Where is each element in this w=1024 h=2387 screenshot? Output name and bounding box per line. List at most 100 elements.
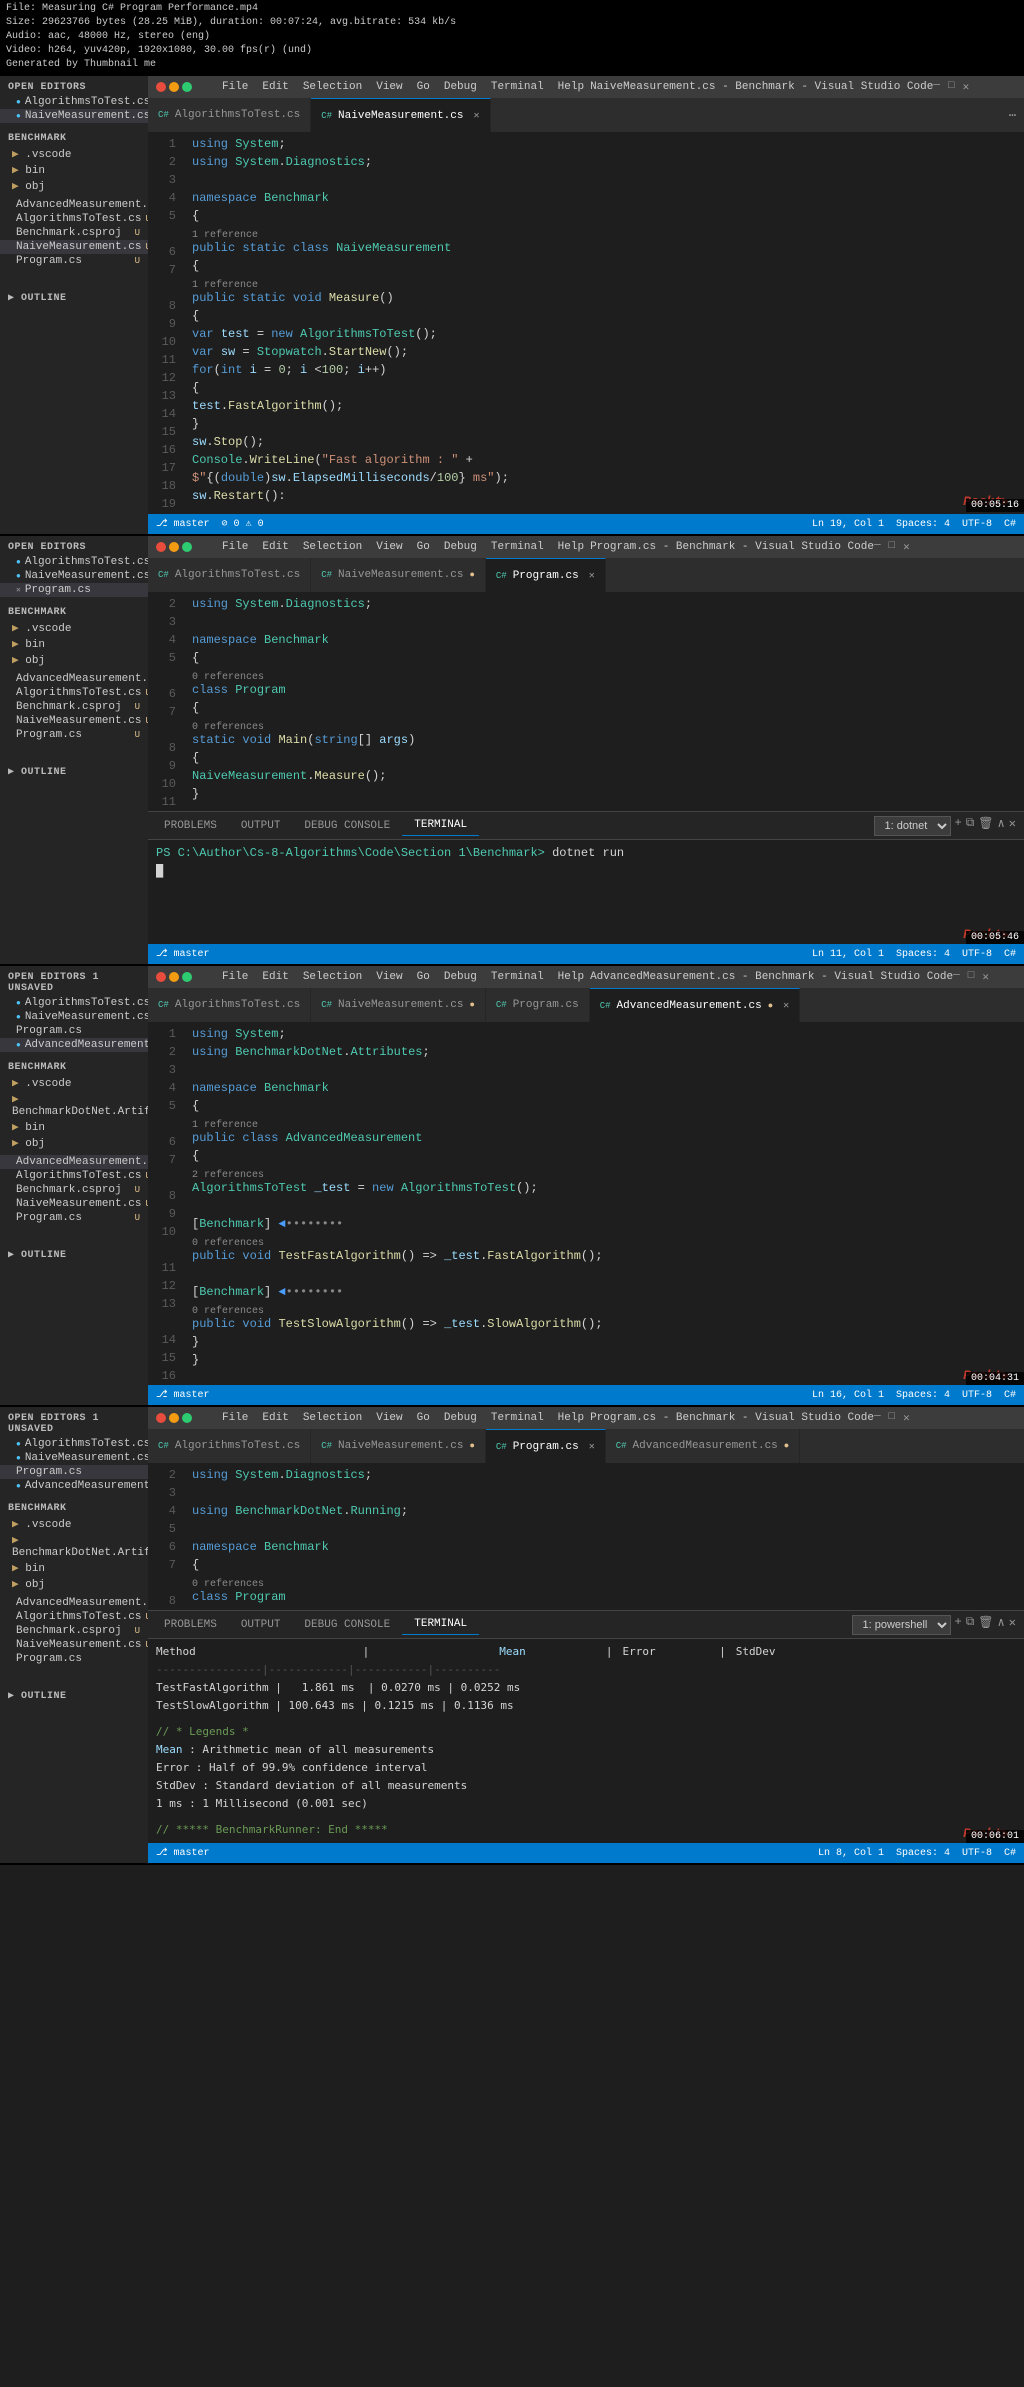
sidebar-file-algorithms-2[interactable]: AlgorithmsToTest.cs U [0, 686, 148, 700]
menu-selection-3[interactable]: Selection [297, 969, 368, 985]
sidebar-item-3-1[interactable]: ● AlgorithmsToTest.cs U [0, 996, 148, 1010]
tab-close-2c[interactable]: ✕ [589, 570, 595, 582]
menu-go-2[interactable]: Go [411, 539, 436, 555]
sidebar-file-program-4[interactable]: Program.cs [0, 1652, 148, 1666]
terminal-tab-output-4[interactable]: OUTPUT [229, 1615, 293, 1635]
terminal-dropdown-2[interactable]: 1: dotnet [874, 816, 951, 836]
terminal-dropdown-4[interactable]: 1: powershell [852, 1615, 951, 1635]
terminal-tab-terminal-2[interactable]: TERMINAL [402, 815, 479, 836]
sidebar-folder-obj-3[interactable]: ▶ obj [0, 1135, 148, 1151]
sidebar-folder-bdna-4[interactable]: ▶ BenchmarkDotNet.Artifacts [0, 1532, 148, 1560]
tab-program-2[interactable]: C# Program.cs ✕ [486, 558, 606, 593]
terminal-tab-debug-2[interactable]: DEBUG CONSOLE [292, 816, 402, 836]
sidebar-folder-bin-3[interactable]: ▶ bin [0, 1119, 148, 1135]
minimize-btn-4[interactable]: ─ [874, 1411, 881, 1425]
tab-algorithms-1[interactable]: C# AlgorithmsToTest.cs [148, 98, 311, 133]
tab-4-a[interactable]: C# AlgorithmsToTest.cs [148, 1429, 311, 1464]
menu-debug-3[interactable]: Debug [438, 969, 483, 985]
menu-file-1[interactable]: File [216, 79, 254, 95]
sidebar-folder-vscode-1[interactable]: ▶ .vscode [0, 146, 148, 162]
sidebar-file-advanced-1[interactable]: AdvancedMeasurement.cs U [0, 198, 148, 212]
sidebar-item-naive-2[interactable]: ● NaiveMeasurement.cs U [0, 569, 148, 583]
menu-view-1[interactable]: View [370, 79, 408, 95]
menu-file-2[interactable]: File [216, 539, 254, 555]
sidebar-folder-vscode-2[interactable]: ▶ .vscode [0, 620, 148, 636]
sidebar-file-csproj-3[interactable]: Benchmark.csproj U [0, 1183, 148, 1197]
tab-3-a[interactable]: C# AlgorithmsToTest.cs [148, 988, 311, 1023]
minimize-btn-1[interactable]: ─ [933, 80, 940, 94]
sidebar-item-3-4[interactable]: ● AdvancedMeasurement.cs U [0, 1038, 148, 1052]
menu-help-2[interactable]: Help [552, 539, 590, 555]
sidebar-file-csproj-2[interactable]: Benchmark.csproj U [0, 700, 148, 714]
terminal-tab-terminal-4[interactable]: TERMINAL [402, 1614, 479, 1635]
menu-help-1[interactable]: Help [552, 79, 590, 95]
menu-view-2[interactable]: View [370, 539, 408, 555]
sidebar-file-algorithms-3[interactable]: AlgorithmsToTest.cs U [0, 1169, 148, 1183]
sidebar-item-4-4[interactable]: ● AdvancedMeasurement.cs U [0, 1479, 148, 1493]
menu-edit-4[interactable]: Edit [256, 1410, 294, 1426]
menu-debug-4[interactable]: Debug [438, 1410, 483, 1426]
terminal-trash-2[interactable]: 🗑 [978, 816, 993, 836]
tab-action-split-1[interactable]: ⋯ [1009, 108, 1016, 123]
terminal-tab-output-2[interactable]: OUTPUT [229, 816, 293, 836]
sidebar-file-naive-2[interactable]: NaiveMeasurement.cs U [0, 714, 148, 728]
tab-4-c[interactable]: C# Program.cs ✕ [486, 1429, 606, 1464]
terminal-tab-debug-4[interactable]: DEBUG CONSOLE [292, 1615, 402, 1635]
sidebar-folder-bdna-3[interactable]: ▶ BenchmarkDotNet.Artifacts [0, 1091, 148, 1119]
sidebar-file-csproj-4[interactable]: Benchmark.csproj U [0, 1624, 148, 1638]
terminal-tab-problems-4[interactable]: PROBLEMS [152, 1615, 229, 1635]
maximize-btn-4[interactable]: □ [889, 1411, 896, 1425]
tab-3-c[interactable]: C# Program.cs [486, 988, 590, 1023]
sidebar-folder-obj-1[interactable]: ▶ obj [0, 178, 148, 194]
terminal-chevron-4[interactable]: ∧ [998, 1615, 1005, 1635]
tab-close-3d[interactable]: ✕ [783, 1000, 789, 1012]
tab-4-b[interactable]: C# NaiveMeasurement.cs ● [311, 1429, 486, 1464]
sidebar-file-advanced-3[interactable]: AdvancedMeasurement.cs U [0, 1155, 148, 1169]
menu-debug-2[interactable]: Debug [438, 539, 483, 555]
sidebar-file-program-1[interactable]: Program.cs U [0, 254, 148, 268]
tab-close-naive-1[interactable]: ✕ [473, 110, 479, 122]
tab-naive-2[interactable]: C# NaiveMeasurement.cs ● [311, 558, 486, 593]
menu-terminal-1[interactable]: Terminal [485, 79, 550, 95]
sidebar-file-advanced-2[interactable]: AdvancedMeasurement.cs U [0, 672, 148, 686]
menu-view-4[interactable]: View [370, 1410, 408, 1426]
sidebar-file-naive-1[interactable]: NaiveMeasurement.cs U [0, 240, 148, 254]
tab-3-b[interactable]: C# NaiveMeasurement.cs ● [311, 988, 486, 1023]
sidebar-file-advanced-4[interactable]: AdvancedMeasurement.cs U [0, 1596, 148, 1610]
sidebar-file-naive-4[interactable]: NaiveMeasurement.cs U [0, 1638, 148, 1652]
sidebar-item-3-2[interactable]: ● NaiveMeasurement.cs U [0, 1010, 148, 1024]
menu-selection-4[interactable]: Selection [297, 1410, 368, 1426]
sidebar-item-naive-1[interactable]: ● NaiveMeasurement.cs U [0, 109, 148, 123]
sidebar-item-4-1[interactable]: ● AlgorithmsToTest.cs U [0, 1437, 148, 1451]
sidebar-folder-bin-2[interactable]: ▶ bin [0, 636, 148, 652]
close-btn-2[interactable]: ✕ [903, 540, 910, 554]
minimize-btn-2[interactable]: ─ [874, 540, 881, 554]
maximize-btn-2[interactable]: □ [889, 540, 896, 554]
menu-edit-2[interactable]: Edit [256, 539, 294, 555]
tab-3-d[interactable]: C# AdvancedMeasurement.cs ● ✕ [590, 988, 800, 1023]
close-btn-1[interactable]: ✕ [963, 80, 970, 94]
sidebar-item-4-3[interactable]: Program.cs [0, 1465, 148, 1479]
terminal-split-2[interactable]: ⧉ [966, 816, 975, 836]
sidebar-item-4-2[interactable]: ● NaiveMeasurement.cs U [0, 1451, 148, 1465]
sidebar-item-program-2[interactable]: ✕ Program.cs [0, 583, 148, 597]
terminal-tab-problems-2[interactable]: PROBLEMS [152, 816, 229, 836]
close-btn-3[interactable]: ✕ [982, 970, 989, 984]
sidebar-file-algorithms-4[interactable]: AlgorithmsToTest.cs U [0, 1610, 148, 1624]
menu-help-3[interactable]: Help [552, 969, 590, 985]
menu-help-4[interactable]: Help [552, 1410, 590, 1426]
terminal-add-4[interactable]: + [955, 1615, 962, 1635]
menu-view-3[interactable]: View [370, 969, 408, 985]
terminal-close-2[interactable]: ✕ [1009, 816, 1016, 836]
menu-go-3[interactable]: Go [411, 969, 436, 985]
close-btn-4[interactable]: ✕ [903, 1411, 910, 1425]
sidebar-folder-vscode-4[interactable]: ▶ .vscode [0, 1516, 148, 1532]
menu-go-1[interactable]: Go [411, 79, 436, 95]
sidebar-file-program-2[interactable]: Program.cs U [0, 728, 148, 742]
sidebar-file-program-3[interactable]: Program.cs U [0, 1211, 148, 1225]
menu-terminal-3[interactable]: Terminal [485, 969, 550, 985]
menu-selection-2[interactable]: Selection [297, 539, 368, 555]
sidebar-folder-bin-1[interactable]: ▶ bin [0, 162, 148, 178]
sidebar-folder-obj-4[interactable]: ▶ obj [0, 1576, 148, 1592]
sidebar-file-algorithms-1[interactable]: AlgorithmsToTest.cs U [0, 212, 148, 226]
